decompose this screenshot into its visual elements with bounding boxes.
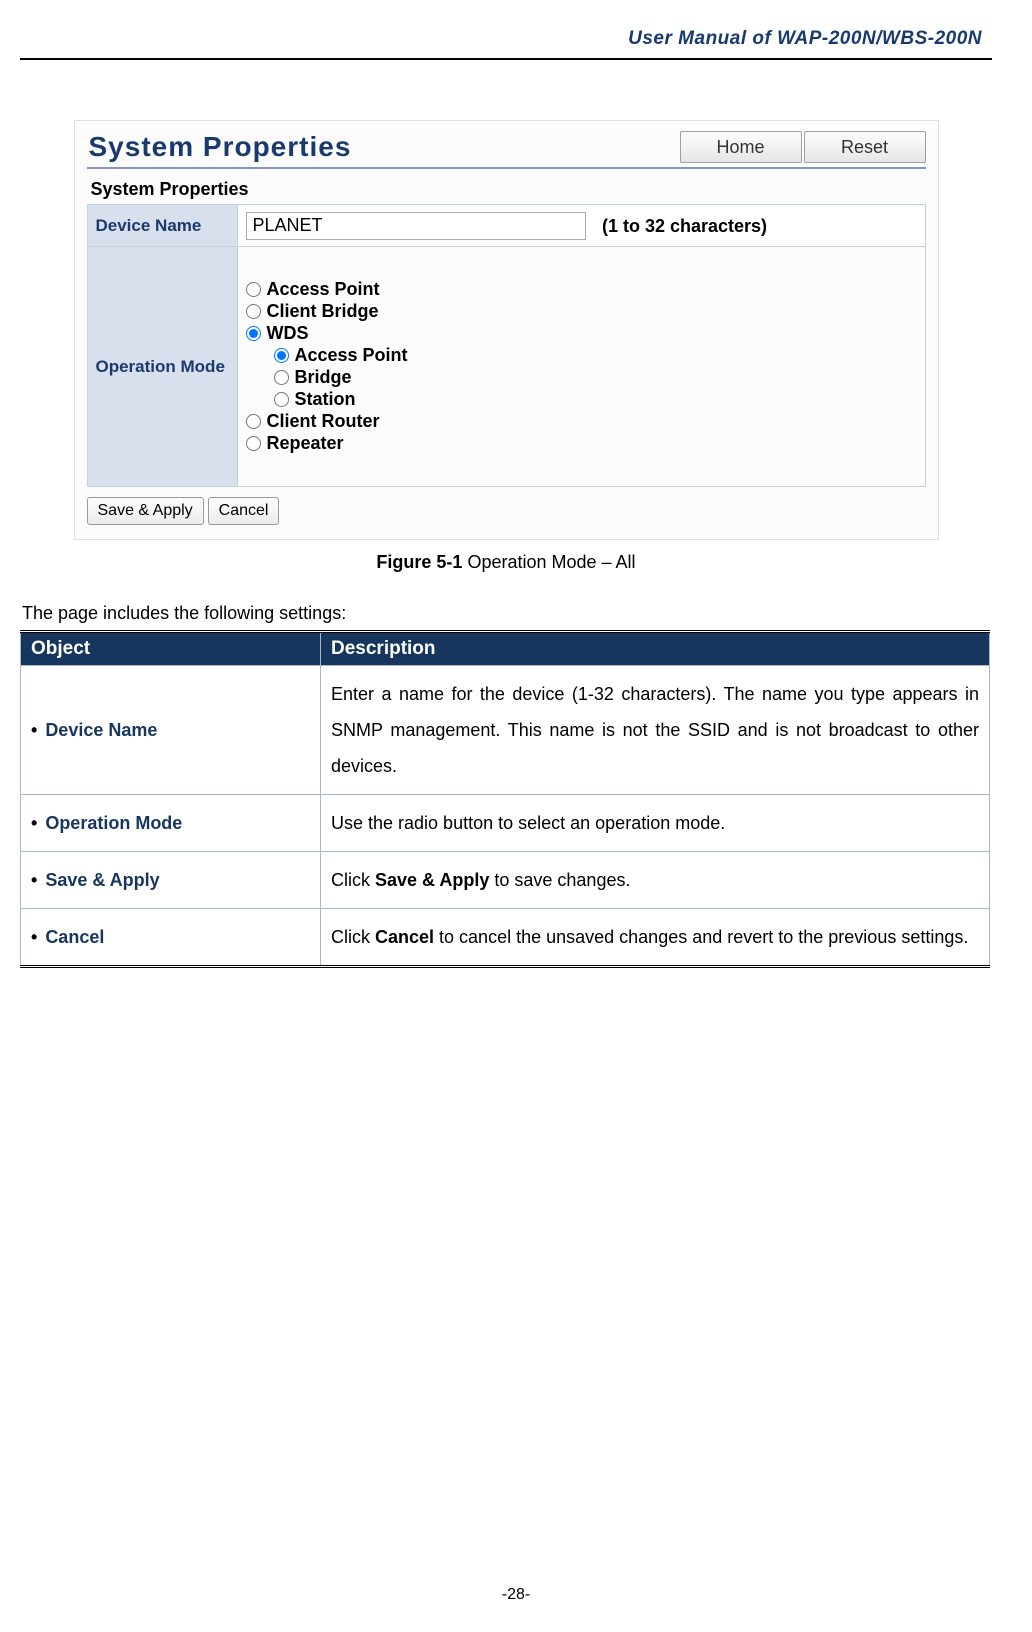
desc-bold: Save & Apply — [375, 870, 489, 890]
bullet-icon: • — [31, 927, 37, 947]
table-row: • Cancel Click Cancel to cancel the unsav… — [21, 909, 990, 967]
figure-caption: Figure 5-1 Operation Mode – All — [20, 552, 992, 573]
radio-access-point[interactable] — [246, 282, 261, 297]
opt-wds-station: Station — [295, 389, 356, 410]
sp-title: System Properties — [87, 131, 678, 163]
header-rule — [20, 58, 992, 60]
bullet-icon: • — [31, 813, 37, 833]
cancel-button[interactable]: Cancel — [208, 497, 280, 525]
opt-wds-ap: Access Point — [295, 345, 408, 366]
figure-label: Figure 5-1 — [376, 552, 462, 572]
sp-section-label: System Properties — [91, 179, 926, 200]
opt-wds-bridge: Bridge — [295, 367, 352, 388]
radio-wds[interactable] — [246, 326, 261, 341]
opt-access-point: Access Point — [267, 279, 380, 300]
table-row: • Save & Apply Click Save & Apply to save… — [21, 852, 990, 909]
description-table: Object Description • Device Name Enter a … — [20, 630, 990, 968]
obj-label: Save & Apply — [45, 870, 159, 890]
save-apply-button[interactable]: Save & Apply — [87, 497, 204, 525]
th-object: Object — [21, 632, 321, 666]
obj-label: Cancel — [45, 927, 104, 947]
radio-wds-station[interactable] — [274, 392, 289, 407]
desc-text: Enter a name for the device (1-32 charac… — [331, 684, 979, 776]
home-button[interactable]: Home — [680, 131, 802, 163]
page-number: -28- — [0, 1586, 1032, 1604]
obj-label: Operation Mode — [45, 813, 182, 833]
sp-config-table: Device Name (1 to 32 characters) Operati… — [87, 204, 926, 487]
radio-wds-bridge[interactable] — [274, 370, 289, 385]
action-row: Save & Apply Cancel — [87, 497, 926, 525]
operation-mode-options: Access Point Client Bridge WDS Access Po… — [237, 247, 925, 487]
desc-suffix: to cancel the unsaved changes and revert… — [434, 927, 968, 947]
sp-titlebar: System Properties Home Reset — [87, 131, 926, 169]
table-row: • Operation Mode Use the radio button to … — [21, 795, 990, 852]
bullet-icon: • — [31, 720, 37, 740]
operation-mode-label: Operation Mode — [87, 247, 237, 487]
device-name-note: (1 to 32 characters) — [602, 216, 767, 236]
opt-wds: WDS — [267, 323, 309, 344]
opt-client-router: Client Router — [267, 411, 380, 432]
obj-label: Device Name — [45, 720, 157, 740]
desc-prefix: Click — [331, 927, 375, 947]
bullet-icon: • — [31, 870, 37, 890]
opt-repeater: Repeater — [267, 433, 344, 454]
desc-prefix: Click — [331, 870, 375, 890]
radio-client-bridge[interactable] — [246, 304, 261, 319]
desc-bold: Cancel — [375, 927, 434, 947]
figure-text: Operation Mode – All — [462, 552, 635, 572]
screenshot-system-properties: System Properties Home Reset System Prop… — [74, 120, 939, 540]
table-row: • Device Name Enter a name for the device… — [21, 666, 990, 795]
radio-client-router[interactable] — [246, 414, 261, 429]
intro-line: The page includes the following settings… — [22, 603, 992, 624]
radio-repeater[interactable] — [246, 436, 261, 451]
radio-wds-ap[interactable] — [274, 348, 289, 363]
device-name-input[interactable] — [246, 212, 586, 240]
desc-text: Use the radio button to select an operat… — [331, 813, 725, 833]
device-name-label: Device Name — [87, 205, 237, 247]
th-description: Description — [321, 632, 990, 666]
doc-header: User Manual of WAP-200N/WBS-200N — [20, 28, 992, 58]
desc-suffix: to save changes. — [489, 870, 630, 890]
opt-client-bridge: Client Bridge — [267, 301, 379, 322]
reset-button[interactable]: Reset — [804, 131, 926, 163]
